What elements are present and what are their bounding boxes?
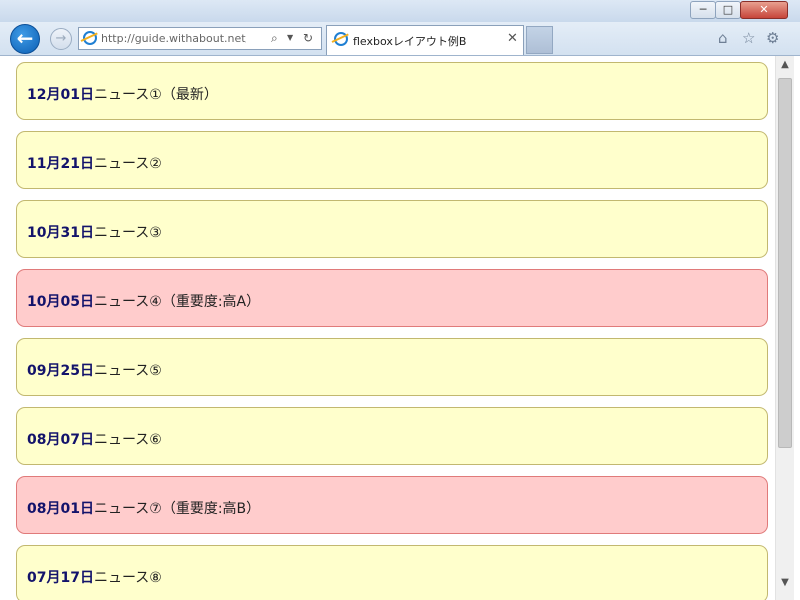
forward-button[interactable]: → — [50, 28, 72, 50]
vertical-scrollbar[interactable]: ▲ ▼ — [775, 56, 794, 600]
news-date: 11月21日 — [27, 156, 94, 172]
news-item: 12月01日ニュース①（最新） — [16, 62, 768, 120]
new-tab-button[interactable] — [526, 26, 553, 54]
news-item-important: 10月05日ニュース④（重要度:高A） — [16, 269, 768, 327]
page-viewport: 12月01日ニュース①（最新） 11月21日ニュース② 10月31日ニュース③ … — [0, 56, 800, 600]
window-titlebar: ─ □ ✕ — [0, 0, 800, 22]
news-item: 07月17日ニュース⑧ — [16, 545, 768, 600]
news-text: 10月05日ニュース④（重要度:高A） — [27, 291, 260, 311]
news-list: 12月01日ニュース①（最新） 11月21日ニュース② 10月31日ニュース③ … — [16, 62, 768, 600]
news-text: 07月17日ニュース⑧ — [27, 567, 162, 587]
refresh-icon[interactable]: ↻ — [303, 31, 313, 45]
tab-active[interactable]: flexboxレイアウト例B ✕ — [326, 25, 524, 55]
address-text[interactable]: http://guide.withabout.net/ — [101, 32, 246, 45]
news-text: 08月07日ニュース⑥ — [27, 429, 162, 449]
news-title: ニュース⑤ — [93, 363, 162, 379]
news-item: 08月07日ニュース⑥ — [16, 407, 768, 465]
news-item: 10月31日ニュース③ — [16, 200, 768, 258]
news-item: 11月21日ニュース② — [16, 131, 768, 189]
news-text: 09月25日ニュース⑤ — [27, 360, 162, 380]
ie-logo-icon — [334, 32, 348, 46]
scroll-down-icon[interactable]: ▼ — [776, 574, 794, 592]
chevron-down-icon[interactable]: ▼ — [287, 33, 293, 42]
news-title: ニュース② — [93, 156, 162, 172]
search-icon[interactable]: ⌕ — [271, 31, 278, 46]
news-item-important: 08月01日ニュース⑦（重要度:高B） — [16, 476, 768, 534]
news-date: 10月05日 — [27, 294, 94, 310]
news-date: 08月01日 — [27, 501, 94, 517]
star-icon[interactable]: ☆ — [742, 29, 755, 47]
news-date: 10月31日 — [27, 225, 94, 241]
tab-title: flexboxレイアウト例B — [353, 35, 467, 48]
news-text: 08月01日ニュース⑦（重要度:高B） — [27, 498, 260, 518]
back-button[interactable]: ← — [10, 24, 40, 54]
news-title: ニュース③ — [93, 225, 162, 241]
news-text: 10月31日ニュース③ — [27, 222, 162, 242]
close-window-button[interactable]: ✕ — [740, 1, 788, 19]
news-item: 09月25日ニュース⑤ — [16, 338, 768, 396]
news-date: 12月01日 — [27, 87, 94, 103]
address-bar[interactable]: http://guide.withabout.net/ ⌕ ▼ ↻ — [78, 27, 322, 50]
news-title: ニュース①（最新） — [93, 87, 218, 103]
minimize-button[interactable]: ─ — [690, 1, 716, 19]
close-icon[interactable]: ✕ — [507, 31, 518, 46]
home-icon[interactable]: ⌂ — [718, 29, 728, 47]
news-date: 07月17日 — [27, 570, 94, 586]
scroll-up-icon[interactable]: ▲ — [776, 56, 794, 74]
news-title: ニュース⑦（重要度:高B） — [93, 501, 261, 517]
news-date: 08月07日 — [27, 432, 94, 448]
browser-navbar: ← → http://guide.withabout.net/ ⌕ ▼ ↻ fl… — [0, 22, 800, 56]
news-title: ニュース⑥ — [93, 432, 162, 448]
news-title: ニュース④（重要度:高A） — [93, 294, 261, 310]
news-text: 12月01日ニュース①（最新） — [27, 84, 218, 104]
news-date: 09月25日 — [27, 363, 94, 379]
gear-icon[interactable]: ⚙ — [766, 29, 779, 47]
ie-logo-icon — [83, 31, 97, 45]
maximize-button[interactable]: □ — [715, 1, 741, 19]
scroll-thumb[interactable] — [778, 78, 792, 448]
news-title: ニュース⑧ — [93, 570, 162, 586]
news-text: 11月21日ニュース② — [27, 153, 162, 173]
